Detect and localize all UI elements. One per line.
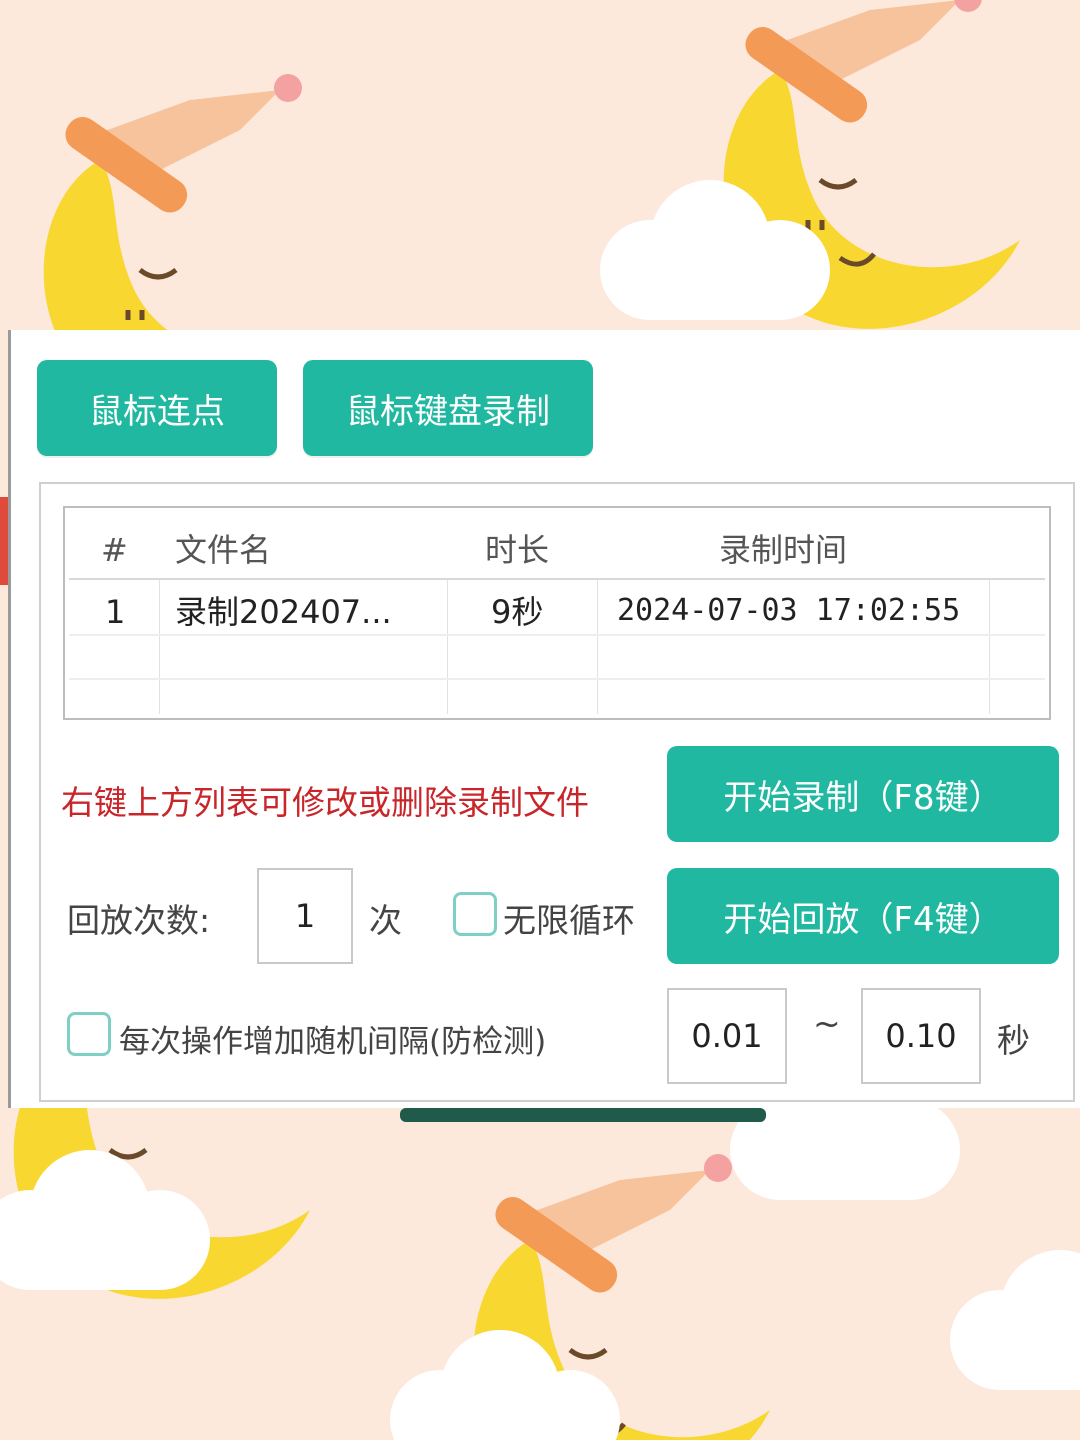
- infinite-loop-checkbox[interactable]: [453, 892, 497, 936]
- col-header-record-time[interactable]: 录制时间: [719, 534, 847, 566]
- col-divider: [159, 580, 160, 714]
- cloud-icon: [390, 1330, 620, 1440]
- table-cell-filename[interactable]: 录制202407...: [175, 596, 392, 628]
- cloud-icon: [950, 1250, 1080, 1390]
- random-interval-max-input[interactable]: 0.10: [861, 988, 981, 1084]
- col-divider: [597, 580, 598, 714]
- recorder-panel: 鼠标连点 鼠标键盘录制 # 文件名 时长 录制时间 1 录制202407... …: [8, 330, 1080, 1108]
- tab-mouse-clicker[interactable]: 鼠标连点: [37, 360, 277, 456]
- side-tag: [0, 497, 8, 585]
- header-divider: [69, 578, 1045, 580]
- col-header-index[interactable]: #: [101, 534, 128, 566]
- tab-mouse-keyboard-record[interactable]: 鼠标键盘录制: [303, 360, 593, 456]
- col-divider: [989, 580, 990, 714]
- recordings-table[interactable]: # 文件名 时长 录制时间 1 录制202407... 9秒 2024-07-0…: [63, 506, 1051, 720]
- playback-count-unit: 次: [369, 901, 402, 940]
- random-interval-min-input[interactable]: 0.01: [667, 988, 787, 1084]
- record-group: # 文件名 时长 录制时间 1 录制202407... 9秒 2024-07-0…: [39, 482, 1075, 1102]
- range-separator: ~: [813, 1004, 841, 1043]
- col-header-filename[interactable]: 文件名: [175, 534, 271, 566]
- row-divider: [69, 634, 1045, 636]
- hint-text: 右键上方列表可修改或删除录制文件: [61, 783, 589, 822]
- playback-count-label: 回放次数:: [67, 901, 211, 940]
- random-interval-unit: 秒: [997, 1021, 1030, 1060]
- random-interval-label[interactable]: 每次操作增加随机间隔(防检测): [119, 1016, 546, 1061]
- col-divider: [447, 580, 448, 714]
- table-cell-record-time[interactable]: 2024-07-03 17:02:55: [617, 596, 960, 626]
- taskbar-strip: [400, 1108, 766, 1122]
- table-cell-index[interactable]: 1: [105, 596, 125, 628]
- col-header-duration[interactable]: 时长: [485, 534, 549, 566]
- start-playback-button[interactable]: 开始回放（F4键）: [667, 868, 1059, 964]
- infinite-loop-label[interactable]: 无限循环: [503, 894, 635, 942]
- playback-count-input[interactable]: 1: [257, 868, 353, 964]
- table-cell-duration[interactable]: 9秒: [491, 596, 543, 628]
- row-divider: [69, 678, 1045, 680]
- start-record-button[interactable]: 开始录制（F8键）: [667, 746, 1059, 842]
- random-interval-checkbox[interactable]: [67, 1012, 111, 1056]
